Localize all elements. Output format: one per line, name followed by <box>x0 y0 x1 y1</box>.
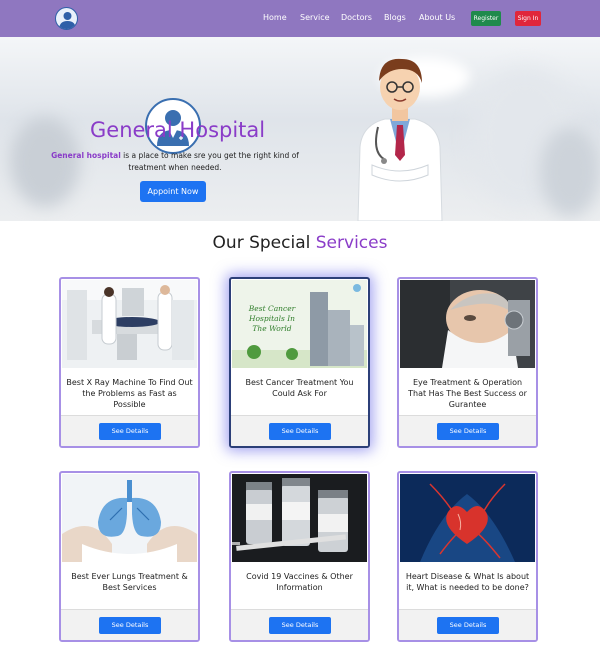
card-footer: See Details <box>61 415 198 446</box>
card-footer: See Details <box>399 415 536 446</box>
background-blur <box>540 127 600 217</box>
nav-link-doctors[interactable]: Doctors <box>341 13 372 22</box>
cancer-hospital-image: Best Cancer Hospitals In The World <box>232 280 367 368</box>
hero-description-text: is a place to make sre you get the right… <box>120 151 299 172</box>
covid-vaccine-image <box>232 474 367 562</box>
card-text: Best Ever Lungs Treatment & Best Service… <box>71 572 188 592</box>
eye-treatment-image <box>400 280 535 368</box>
nav-link-home[interactable]: Home <box>263 13 287 22</box>
see-details-button[interactable]: See Details <box>99 423 161 440</box>
card-text: Covid 19 Vaccines & Other Information <box>246 572 353 592</box>
card-text: Heart Disease & What Is about it, What i… <box>405 572 530 592</box>
section-title-accent: Services <box>315 233 388 253</box>
heart-disease-image <box>400 474 535 562</box>
see-details-button[interactable]: See Details <box>269 423 331 440</box>
hero-description: General hospital is a place to make sre … <box>40 150 310 174</box>
cancer-image-caption: Best Cancer Hospitals In The World <box>248 304 296 333</box>
card-footer: See Details <box>61 609 198 640</box>
hero-title: General Hospital <box>90 118 266 142</box>
service-card-heart: Heart Disease & What Is about it, What i… <box>397 471 538 642</box>
service-card-lungs: Best Ever Lungs Treatment & Best Service… <box>59 471 200 642</box>
service-card-eye: Eye Treatment & Operation That Has The B… <box>397 277 538 448</box>
register-button[interactable]: Register <box>471 11 501 26</box>
see-details-button[interactable]: See Details <box>269 617 331 634</box>
card-footer: See Details <box>231 415 368 446</box>
card-footer: See Details <box>231 609 368 640</box>
see-details-button[interactable]: See Details <box>437 617 499 634</box>
xray-image <box>62 280 197 368</box>
nav-link-about-us[interactable]: About Us <box>419 13 455 22</box>
nav-link-service[interactable]: Service <box>300 13 330 22</box>
see-details-button[interactable]: See Details <box>99 617 161 634</box>
section-title-main: Our Special <box>212 233 316 253</box>
nav-link-blogs[interactable]: Blogs <box>384 13 406 22</box>
service-card-xray: Best X Ray Machine To Find Out the Probl… <box>59 277 200 448</box>
card-text: Best X Ray Machine To Find Out the Probl… <box>66 378 193 409</box>
service-card-cancer: Best Cancer Hospitals In The World Best … <box>229 277 370 448</box>
lungs-image <box>62 474 197 562</box>
card-text: Eye Treatment & Operation That Has The B… <box>408 378 527 409</box>
section-title: Our Special Services <box>0 233 600 253</box>
logo-doctor-icon[interactable] <box>55 7 78 30</box>
sign-in-button[interactable]: Sign In <box>515 11 541 26</box>
service-card-covid: Covid 19 Vaccines & Other Information Se… <box>229 471 370 642</box>
card-text: Best Cancer Treatment You Could Ask For <box>245 378 354 398</box>
navbar: Home Service Doctors Blogs About Us Regi… <box>0 0 600 37</box>
card-footer: See Details <box>399 609 536 640</box>
hero-description-strong: General hospital <box>51 151 121 160</box>
appoint-now-button[interactable]: Appoint Now <box>140 181 206 202</box>
see-details-button[interactable]: See Details <box>437 423 499 440</box>
doctor-illustration <box>357 58 443 221</box>
